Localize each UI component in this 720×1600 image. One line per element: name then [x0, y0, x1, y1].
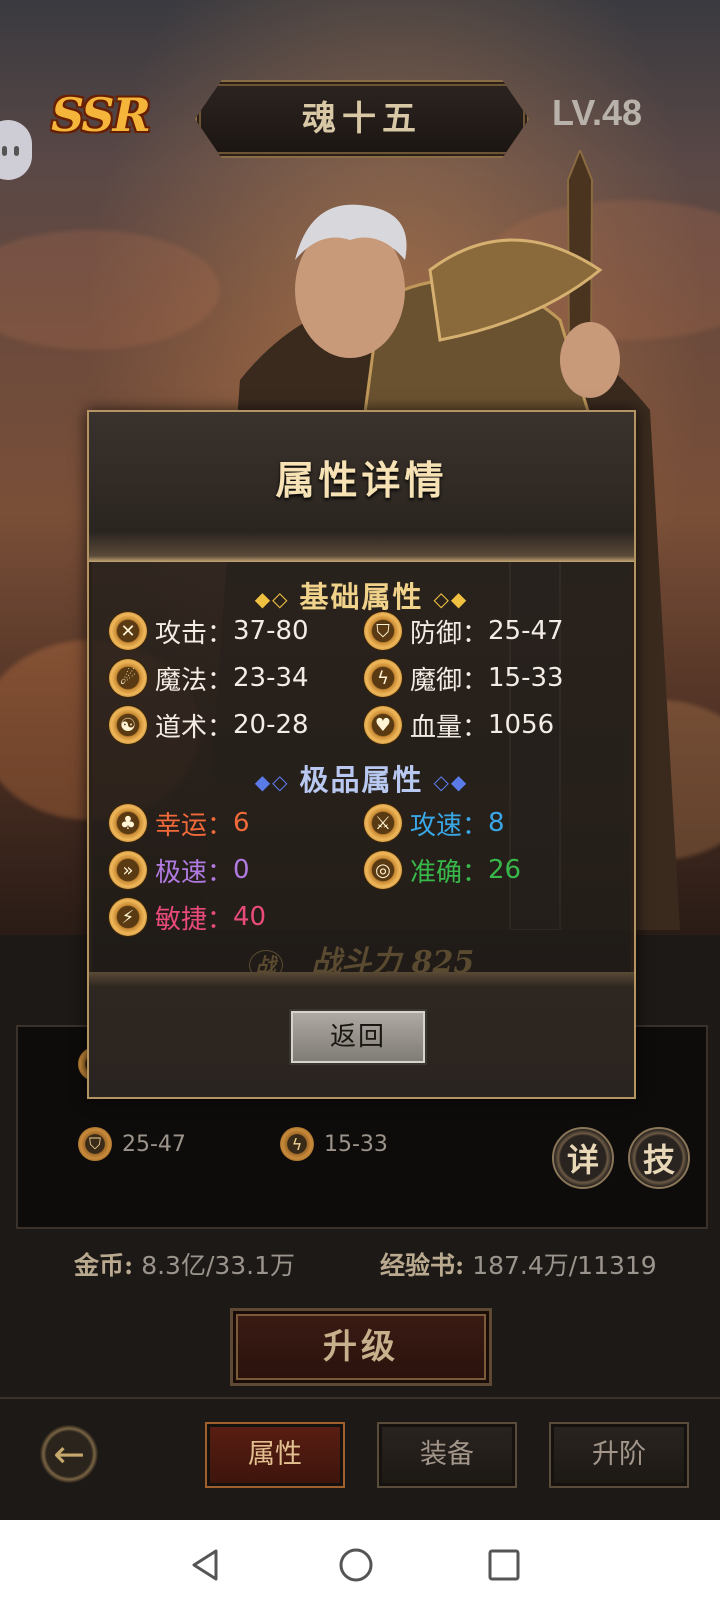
shield-icon: ⛉	[78, 1127, 112, 1161]
rarity-badge: SSR	[51, 88, 151, 142]
summary-stat-defense: ⛉ 25-47	[78, 1127, 186, 1161]
stat-taoism: ☯ 道术： 20-28	[109, 706, 309, 744]
diamond-ornament-icon: ◇◆	[433, 770, 469, 794]
taiji-icon: ☯	[109, 706, 147, 744]
system-recents-icon[interactable]	[484, 1545, 524, 1585]
stat-magic-defense: ϟ 魔御： 15-33	[364, 659, 564, 697]
tab-ascend[interactable]: 升阶	[549, 1422, 689, 1488]
system-back-icon[interactable]	[186, 1545, 226, 1585]
stat-extreme-speed: » 极速： 0	[109, 851, 250, 889]
gold-label: 金币:	[74, 1251, 134, 1280]
return-button[interactable]: 返回	[289, 1009, 427, 1065]
stat-agility: ⚡ 敏捷： 40	[109, 898, 266, 936]
tab-equipment[interactable]: 装备	[377, 1422, 517, 1488]
exp-book-value: 187.4万/11319	[472, 1251, 657, 1280]
back-arrow-button[interactable]: ←	[40, 1425, 98, 1483]
attribute-detail-dialog: 属性详情 ◆◇ 基础属性 ◇◆ ✕ 攻击： 37-80 ⛉ 防御： 25-47 ☄ 魔法…	[87, 410, 636, 1099]
stat-hp: ♥ 血量： 1056	[364, 706, 554, 744]
hero-level: LV.48	[552, 92, 643, 133]
magic-shield-icon: ϟ	[280, 1127, 314, 1161]
stat-accuracy: ◎ 准确： 26	[364, 851, 521, 889]
heart-icon: ♥	[364, 706, 402, 744]
diamond-ornament-icon: ◇◆	[433, 587, 469, 611]
attack-speed-icon: ⚔	[364, 804, 402, 842]
stat-attack-speed: ⚔ 攻速： 8	[364, 804, 505, 842]
clover-icon: ♣	[109, 804, 147, 842]
upgrade-button[interactable]: 升级	[230, 1308, 492, 1386]
divider	[0, 1397, 720, 1399]
gold-resource: 金币: 8.3亿/33.1万	[74, 1246, 295, 1282]
diamond-ornament-icon: ◆◇	[254, 587, 290, 611]
exp-book-label: 经验书:	[380, 1251, 465, 1280]
gold-value: 8.3亿/33.1万	[141, 1251, 296, 1280]
skill-button[interactable]: 技	[628, 1127, 690, 1189]
detail-button[interactable]: 详	[552, 1127, 614, 1189]
premium-attributes-heading: ◆◇ 极品属性 ◇◆	[254, 763, 469, 797]
arrow-left-icon: ←	[53, 1432, 85, 1476]
hero-name-plate: 魂十五	[195, 80, 529, 158]
magic-icon: ☄	[109, 659, 147, 697]
stat-defense: ⛉ 防御： 25-47	[364, 612, 564, 650]
shield-icon: ⛉	[364, 612, 402, 650]
chat-bubble-icon[interactable]	[0, 120, 32, 180]
system-home-icon[interactable]	[336, 1545, 376, 1585]
basic-attributes-heading: ◆◇ 基础属性 ◇◆	[254, 580, 469, 614]
crossed-swords-icon: ✕	[109, 612, 147, 650]
tab-attributes[interactable]: 属性	[205, 1422, 345, 1488]
diamond-ornament-icon: ◆◇	[254, 770, 290, 794]
dialog-title: 属性详情	[275, 458, 448, 504]
lightning-icon: ⚡	[109, 898, 147, 936]
stat-attack: ✕ 攻击： 37-80	[109, 612, 309, 650]
exp-book-resource: 经验书: 187.4万/11319	[380, 1246, 657, 1282]
stat-luck: ♣ 幸运： 6	[109, 804, 250, 842]
speed-boot-icon: »	[109, 851, 147, 889]
magic-shield-icon: ϟ	[364, 659, 402, 697]
resource-row: 金币: 8.3亿/33.1万 经验书: 187.4万/11319	[0, 1240, 720, 1284]
summary-stat-magic-defense: ϟ 15-33	[280, 1127, 388, 1161]
stat-magic: ☄ 魔法： 23-34	[109, 659, 309, 697]
target-icon: ◎	[364, 851, 402, 889]
